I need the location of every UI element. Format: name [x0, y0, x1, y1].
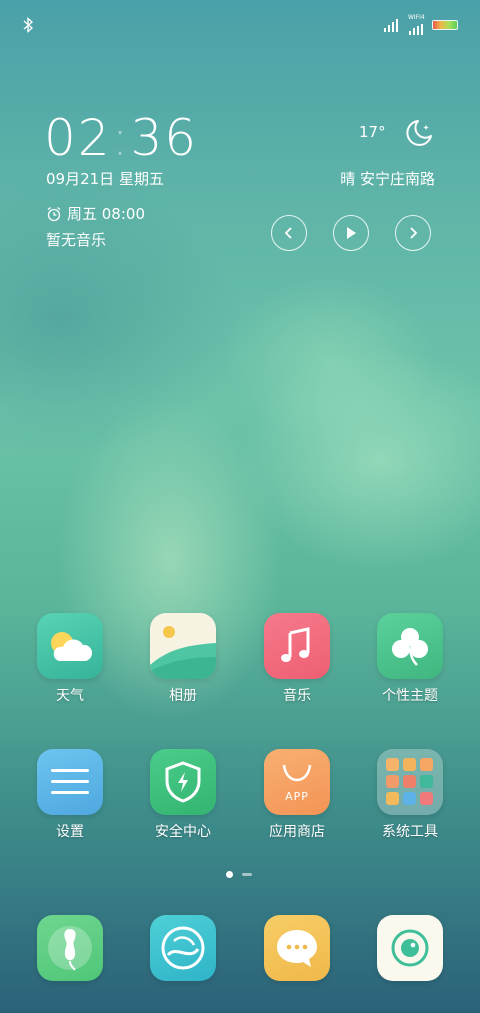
signal-icon — [384, 19, 398, 32]
clock-separator: : — [111, 109, 131, 167]
app-label: 设置 — [56, 824, 84, 840]
wifi-label: WIFI4 — [408, 14, 425, 21]
app-label: 应用商店 — [269, 824, 325, 840]
date-text: 09月21日 星期五 — [46, 170, 164, 188]
dock-camera[interactable] — [377, 915, 443, 981]
app-settings[interactable]: 设置 — [20, 749, 120, 841]
next-icon — [410, 227, 418, 239]
app-store-icon-text: APP — [285, 790, 309, 803]
app-security[interactable]: 安全中心 — [133, 749, 233, 841]
app-music[interactable]: 音乐 — [247, 613, 347, 705]
alarm-text: 周五 08:00 — [67, 205, 145, 223]
app-gallery[interactable]: 相册 — [133, 613, 233, 705]
battery-icon — [432, 20, 458, 30]
security-app-icon — [150, 749, 216, 815]
app-label: 系统工具 — [382, 824, 438, 840]
clock-hour: 02 — [44, 109, 112, 167]
dock-phone[interactable] — [37, 915, 103, 981]
clock-time: 02:36 — [44, 110, 198, 166]
alarm-icon — [47, 206, 61, 221]
app-label: 安全中心 — [155, 824, 211, 840]
system-tools-folder-icon — [377, 749, 443, 815]
prev-icon — [284, 227, 292, 239]
app-store-icon: APP — [264, 749, 330, 815]
prev-button[interactable] — [271, 215, 307, 251]
settings-app-icon — [37, 749, 103, 815]
app-folder-system-tools[interactable]: 系统工具 — [360, 749, 460, 841]
dock-messages[interactable] — [264, 915, 330, 981]
bluetooth-icon — [23, 16, 34, 34]
app-weather[interactable]: 天气 — [20, 613, 120, 705]
play-button[interactable] — [333, 215, 369, 251]
app-label: 个性主题 — [382, 688, 438, 704]
moon-icon[interactable] — [402, 116, 436, 150]
next-button[interactable] — [395, 215, 431, 251]
temperature: 17° — [359, 123, 386, 141]
messages-app-icon — [264, 915, 330, 981]
clock-minute: 36 — [130, 109, 199, 167]
weather-location: 晴 安宁庄南路 — [340, 170, 435, 188]
browser-app-icon — [150, 915, 216, 981]
camera-app-icon — [377, 915, 443, 981]
music-app-icon — [264, 613, 330, 679]
weather-app-icon — [37, 613, 103, 679]
play-icon — [347, 227, 356, 239]
page-dot[interactable] — [242, 873, 252, 876]
app-themes[interactable]: 个性主题 — [360, 613, 460, 705]
app-label: 音乐 — [283, 688, 311, 704]
gallery-app-icon — [150, 613, 216, 679]
app-label: 天气 — [56, 688, 84, 704]
music-status: 暂无音乐 — [46, 231, 107, 249]
themes-app-icon — [377, 613, 443, 679]
dock-browser[interactable] — [150, 915, 216, 981]
alarm-row[interactable]: 周五 08:00 — [46, 203, 145, 224]
status-bar: WIFI4 — [0, 12, 480, 38]
wifi-icon: WIFI4 — [408, 14, 428, 38]
page-dot-active[interactable] — [226, 871, 233, 878]
app-label: 相册 — [169, 688, 197, 704]
app-store[interactable]: APP 应用商店 — [247, 749, 347, 841]
phone-app-icon — [37, 915, 103, 981]
